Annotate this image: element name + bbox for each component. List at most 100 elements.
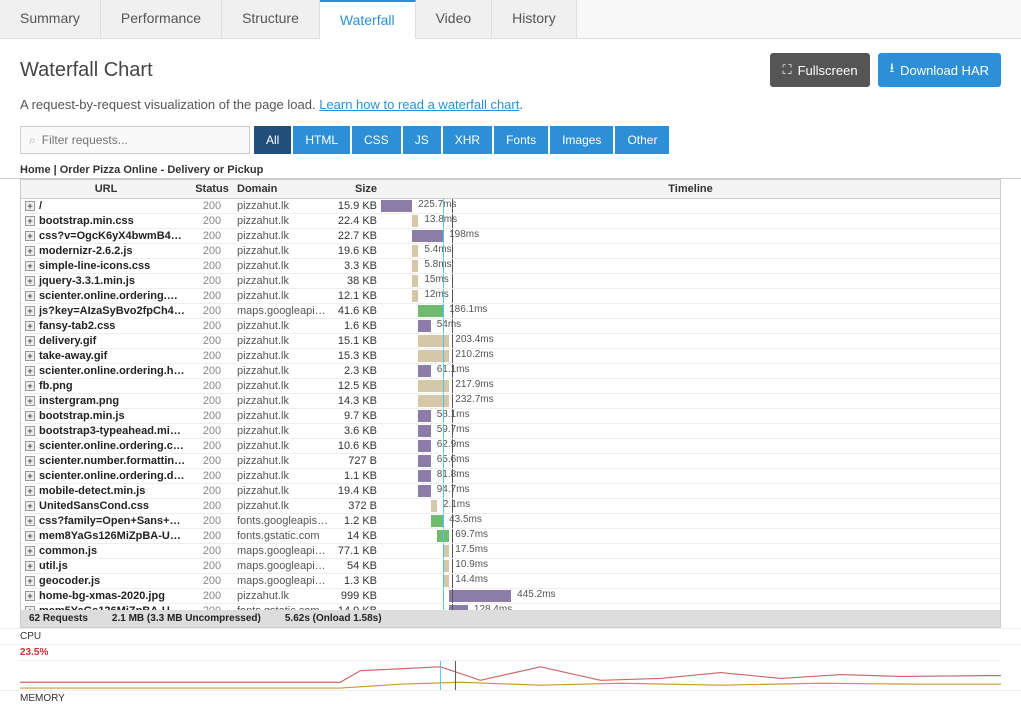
url-cell: +UnitedSansCond.css [21, 499, 191, 514]
fullscreen-button[interactable]: ⛶ Fullscreen [770, 53, 869, 87]
filter-images[interactable]: Images [550, 126, 613, 154]
table-row[interactable]: +scienter.online.ordering.commo...200piz… [21, 439, 1000, 454]
expand-icon[interactable]: + [25, 456, 35, 466]
cpu-value: 23.5% [20, 647, 48, 658]
expand-icon[interactable]: + [25, 366, 35, 376]
expand-icon[interactable]: + [25, 351, 35, 361]
tab-waterfall[interactable]: Waterfall [320, 0, 416, 39]
table-row[interactable]: +delivery.gif200pizzahut.lk15.1 KB203.4m… [21, 334, 1000, 349]
expand-icon[interactable]: + [25, 276, 35, 286]
col-status[interactable]: Status [191, 180, 233, 199]
expand-icon[interactable]: + [25, 516, 35, 526]
expand-icon[interactable]: + [25, 291, 35, 301]
table-row[interactable]: +scienter.online.ordering.map2.js200pizz… [21, 289, 1000, 304]
size-cell: 19.6 KB [333, 244, 381, 259]
table-row[interactable]: +mem8YaGs126MiZpBA-UFVZ0b...200fonts.gst… [21, 529, 1000, 544]
table-row[interactable]: +jquery-3.3.1.min.js200pizzahut.lk38 KB1… [21, 274, 1000, 289]
page-label: Home | Order Pizza Online - Delivery or … [0, 160, 1021, 179]
expand-icon[interactable]: + [25, 606, 35, 610]
timeline-cell: 445.2ms [381, 589, 1000, 604]
table-row[interactable]: +util.js200maps.googleapis.com54 KB10.9m… [21, 559, 1000, 574]
table-row[interactable]: +home-bg-xmas-2020.jpg200pizzahut.lk999 … [21, 589, 1000, 604]
table-row[interactable]: +geocoder.js200maps.googleapis.com1.3 KB… [21, 574, 1000, 589]
tab-video[interactable]: Video [416, 0, 493, 38]
col-size[interactable]: Size [333, 180, 381, 199]
table-row[interactable]: +scienter.online.ordering.dispositi...20… [21, 469, 1000, 484]
col-domain[interactable]: Domain [233, 180, 333, 199]
expand-icon[interactable]: + [25, 396, 35, 406]
table-row[interactable]: +mobile-detect.min.js200pizzahut.lk19.4 … [21, 484, 1000, 499]
timeline-cell: 12ms [381, 289, 1000, 304]
expand-icon[interactable]: + [25, 246, 35, 256]
filter-fonts[interactable]: Fonts [494, 126, 548, 154]
filter-input-wrap: ⌕ [20, 126, 250, 154]
table-row[interactable]: +bootstrap3-typeahead.min.js200pizzahut.… [21, 424, 1000, 439]
table-row[interactable]: +scienter.number.formatting.js200pizzahu… [21, 454, 1000, 469]
tab-history[interactable]: History [492, 0, 577, 38]
filter-js[interactable]: JS [403, 126, 441, 154]
table-row[interactable]: +css?family=Open+Sans+Conden...200fonts.… [21, 514, 1000, 529]
domain-cell: pizzahut.lk [233, 289, 333, 304]
table-scroll[interactable]: URL Status Domain Size Timeline +/200piz… [21, 180, 1000, 610]
table-row[interactable]: +bootstrap.min.css200pizzahut.lk22.4 KB1… [21, 214, 1000, 229]
table-row[interactable]: +bootstrap.min.js200pizzahut.lk9.7 KB58.… [21, 409, 1000, 424]
timeline-cell: 13.8ms [381, 214, 1000, 229]
expand-icon[interactable]: + [25, 306, 35, 316]
table-row[interactable]: +modernizr-2.6.2.js200pizzahut.lk19.6 KB… [21, 244, 1000, 259]
cpu-chart [20, 660, 1001, 690]
table-row[interactable]: +simple-line-icons.css200pizzahut.lk3.3 … [21, 259, 1000, 274]
expand-icon[interactable]: + [25, 576, 35, 586]
expand-icon[interactable]: + [25, 471, 35, 481]
expand-icon[interactable]: + [25, 591, 35, 601]
download-har-button[interactable]: ⭳ Download HAR [878, 53, 1001, 87]
status-cell: 200 [191, 529, 233, 544]
main-tabs: SummaryPerformanceStructureWaterfallVide… [0, 0, 1021, 39]
timeline-cell: 10.9ms [381, 559, 1000, 574]
table-row[interactable]: +fansy-tab2.css200pizzahut.lk1.6 KB54ms [21, 319, 1000, 334]
expand-icon[interactable]: + [25, 486, 35, 496]
table-row[interactable]: +UnitedSansCond.css200pizzahut.lk372 B2.… [21, 499, 1000, 514]
expand-icon[interactable]: + [25, 546, 35, 556]
size-cell: 1.6 KB [333, 319, 381, 334]
table-row[interactable]: +/200pizzahut.lk15.9 KB225.7ms [21, 199, 1000, 214]
filter-css[interactable]: CSS [352, 126, 401, 154]
filter-buttons: AllHTMLCSSJSXHRFontsImagesOther [254, 126, 669, 154]
expand-icon[interactable]: + [25, 261, 35, 271]
url-cell: +mobile-detect.min.js [21, 484, 191, 499]
status-cell: 200 [191, 229, 233, 244]
tab-performance[interactable]: Performance [101, 0, 222, 38]
expand-icon[interactable]: + [25, 201, 35, 211]
filter-input[interactable] [42, 133, 241, 147]
table-row[interactable]: +js?key=AIzaSyBvo2fpCh4lIPZg4...200maps.… [21, 304, 1000, 319]
table-row[interactable]: +scienter.online.ordering.home2.js200piz… [21, 364, 1000, 379]
table-row[interactable]: +common.js200maps.googleapis.com77.1 KB1… [21, 544, 1000, 559]
size-cell: 1.2 KB [333, 514, 381, 529]
table-row[interactable]: +instergram.png200pizzahut.lk14.3 KB232.… [21, 394, 1000, 409]
expand-icon[interactable]: + [25, 231, 35, 241]
expand-icon[interactable]: + [25, 441, 35, 451]
expand-icon[interactable]: + [25, 381, 35, 391]
col-timeline[interactable]: Timeline [381, 180, 1000, 199]
expand-icon[interactable]: + [25, 216, 35, 226]
subtitle-link[interactable]: Learn how to read a waterfall chart [319, 97, 519, 112]
col-url[interactable]: URL [21, 180, 191, 199]
filter-html[interactable]: HTML [293, 126, 350, 154]
expand-icon[interactable]: + [25, 411, 35, 421]
filter-other[interactable]: Other [615, 126, 669, 154]
expand-icon[interactable]: + [25, 321, 35, 331]
table-row[interactable]: +fb.png200pizzahut.lk12.5 KB217.9ms [21, 379, 1000, 394]
table-row[interactable]: +css?v=OgcK6yX4bwmB416Xp2E...200pizzahut… [21, 229, 1000, 244]
expand-icon[interactable]: + [25, 336, 35, 346]
tab-structure[interactable]: Structure [222, 0, 320, 38]
filter-xhr[interactable]: XHR [443, 126, 492, 154]
expand-icon[interactable]: + [25, 501, 35, 511]
table-row[interactable]: +take-away.gif200pizzahut.lk15.3 KB210.2… [21, 349, 1000, 364]
summary-bar: 62 Requests 2.1 MB (3.3 MB Uncompressed)… [21, 610, 1000, 627]
status-cell: 200 [191, 379, 233, 394]
filter-all[interactable]: All [254, 126, 291, 154]
table-row[interactable]: +mem5YaGs126MiZpBA-UNirkOU...200fonts.gs… [21, 604, 1000, 611]
tab-summary[interactable]: Summary [0, 0, 101, 38]
expand-icon[interactable]: + [25, 561, 35, 571]
expand-icon[interactable]: + [25, 531, 35, 541]
expand-icon[interactable]: + [25, 426, 35, 436]
